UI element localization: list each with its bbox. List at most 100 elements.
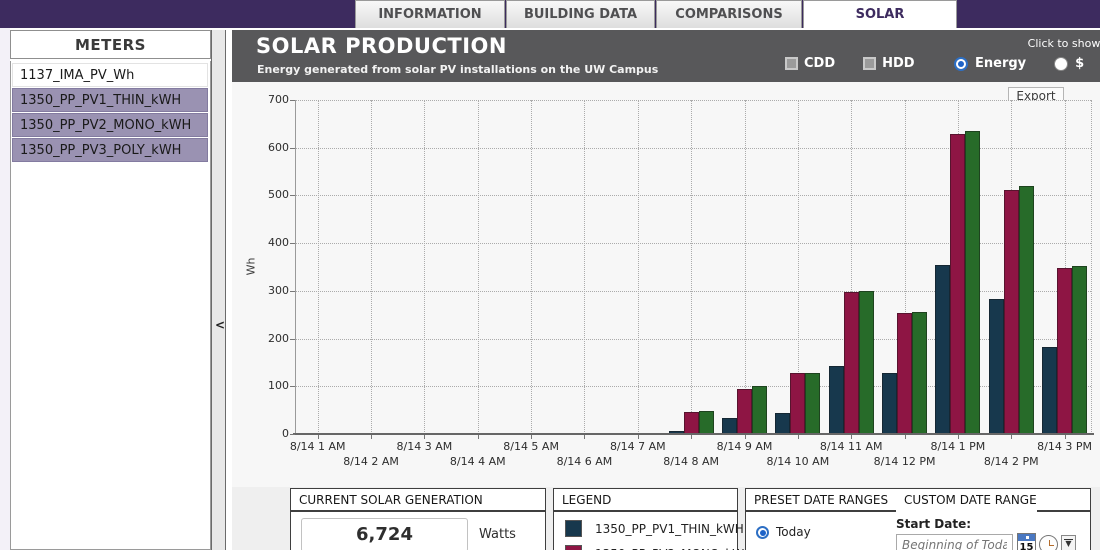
today-option: Today xyxy=(756,525,811,539)
x-tick-label: 8/14 1 AM xyxy=(276,440,360,453)
legend-swatch-icon xyxy=(565,545,582,550)
y-axis-line xyxy=(295,100,296,434)
solar-production-chart: Export Wh 01002003004005006007008/14 1 A… xyxy=(232,82,1100,487)
bar-1350_PP_PV1_THIN_kWH xyxy=(829,366,844,434)
left-margin xyxy=(0,28,10,550)
bar-1350_PP_PV2_MONO_kWH xyxy=(844,292,859,434)
bar-1350_PP_PV1_THIN_kWH xyxy=(722,418,737,434)
meters-title: METERS xyxy=(10,30,211,59)
degree-day-controls: CDD HDD xyxy=(785,56,943,71)
y-tick-label: 300 xyxy=(245,284,289,297)
y-tick xyxy=(290,100,295,101)
custom-date-range-title: CUSTOM DATE RANGE xyxy=(896,489,1037,512)
cdd-checkbox[interactable] xyxy=(785,57,798,70)
meter-item[interactable]: 1350_PP_PV1_THIN_kWH xyxy=(12,88,208,112)
x-axis-line xyxy=(293,433,1094,435)
y-tick xyxy=(290,434,295,435)
x-tick-label: 8/14 11 AM xyxy=(809,440,893,453)
meter-item[interactable]: 1137_IMA_PV_Wh xyxy=(12,63,208,87)
bar-1350_PP_PV1_THIN_kWH xyxy=(1042,347,1057,434)
x-tick xyxy=(958,435,959,439)
current-generation-title: CURRENT SOLAR GENERATION xyxy=(291,489,545,512)
y-tick-label: 600 xyxy=(245,141,289,154)
gridline xyxy=(295,100,1091,101)
bar-1350_PP_PV2_MONO_kWH xyxy=(950,134,965,434)
meter-item[interactable]: 1350_PP_PV2_MONO_kWH xyxy=(12,113,208,137)
y-tick-label: 400 xyxy=(245,236,289,249)
legend-item: 1350_PP_PV2_MONO_kWH xyxy=(565,545,737,550)
plot-area xyxy=(295,100,1092,434)
x-tick-label: 8/14 9 AM xyxy=(703,440,787,453)
energy-radio[interactable] xyxy=(954,57,968,71)
bar-1350_PP_PV2_MONO_kWH xyxy=(737,389,752,434)
bar-1350_PP_PV1_THIN_kWH xyxy=(989,299,1004,434)
x-tick xyxy=(798,435,799,439)
date-range-panel: PRESET DATE RANGES CUSTOM DATE RANGE Tod… xyxy=(745,488,1091,550)
x-tick-label: 8/14 12 PM xyxy=(863,455,947,468)
bar-1350_PP_PV3_POLY_kWH xyxy=(859,291,874,434)
y-tick xyxy=(290,243,295,244)
gridline xyxy=(371,100,372,434)
bar-1350_PP_PV2_MONO_kWH xyxy=(790,373,805,434)
today-label[interactable]: Today xyxy=(776,525,811,539)
x-tick-label: 8/14 1 PM xyxy=(916,440,1000,453)
bar-1350_PP_PV1_THIN_kWH xyxy=(882,373,897,434)
gridline xyxy=(584,100,585,434)
legend-label: 1350_PP_PV1_THIN_kWH xyxy=(595,522,744,536)
y-tick xyxy=(290,291,295,292)
energy-label[interactable]: Energy xyxy=(975,56,1026,71)
dropdown-icon[interactable]: ▼ xyxy=(1061,535,1076,550)
bar-1350_PP_PV3_POLY_kWH xyxy=(752,386,767,434)
gridline xyxy=(691,100,692,434)
bottom-info-strip: CURRENT SOLAR GENERATION 6,724 Watts LEG… xyxy=(232,487,1100,550)
bar-1350_PP_PV3_POLY_kWH xyxy=(912,312,927,434)
gridline xyxy=(318,100,319,434)
unit-controls: Energy $ xyxy=(954,56,1100,71)
clock-icon[interactable] xyxy=(1039,535,1058,550)
meter-list: 1137_IMA_PV_Wh1350_PP_PV1_THIN_kWH1350_P… xyxy=(10,61,211,550)
current-generation-unit: Watts xyxy=(479,527,516,542)
x-tick xyxy=(478,435,479,439)
x-tick xyxy=(371,435,372,439)
meters-panel: METERS 1137_IMA_PV_Wh1350_PP_PV1_THIN_kW… xyxy=(10,30,211,550)
tab-information[interactable]: INFORMATION xyxy=(355,0,505,28)
tab-comparisons[interactable]: COMPARISONS xyxy=(656,0,802,28)
legend-item: 1350_PP_PV1_THIN_kWH xyxy=(565,520,737,537)
click-to-show-caption: Click to show xyxy=(974,37,1100,50)
calendar-icon[interactable]: 15 xyxy=(1017,533,1036,550)
legend-title: LEGEND xyxy=(554,489,737,512)
collapse-arrow-icon: < xyxy=(215,318,225,332)
start-date-input[interactable] xyxy=(896,534,1013,550)
y-tick xyxy=(290,386,295,387)
sidebar-collapse-handle[interactable]: < xyxy=(211,30,226,550)
hdd-label[interactable]: HDD xyxy=(882,56,914,71)
y-tick-label: 700 xyxy=(245,93,289,106)
x-tick-label: 8/14 5 AM xyxy=(489,440,573,453)
x-tick-label: 8/14 3 AM xyxy=(382,440,466,453)
tab-solar[interactable]: SOLAR xyxy=(803,0,957,28)
gridline xyxy=(745,100,746,434)
dollar-label[interactable]: $ xyxy=(1075,56,1084,71)
gridline xyxy=(424,100,425,434)
y-tick-label: 100 xyxy=(245,379,289,392)
legend-swatch-icon xyxy=(565,520,582,537)
dollar-radio[interactable] xyxy=(1054,57,1068,71)
tab-building-data[interactable]: BUILDING DATA xyxy=(506,0,655,28)
bar-1350_PP_PV3_POLY_kWH xyxy=(1019,186,1034,434)
today-radio[interactable] xyxy=(756,526,769,539)
x-tick xyxy=(745,435,746,439)
start-date-label: Start Date: xyxy=(896,517,971,531)
cdd-label[interactable]: CDD xyxy=(804,56,835,71)
x-tick-label: 8/14 4 AM xyxy=(436,455,520,468)
x-tick xyxy=(531,435,532,439)
bar-1350_PP_PV2_MONO_kWH xyxy=(1057,268,1072,434)
app-root: INFORMATIONBUILDING DATACOMPARISONSSOLAR… xyxy=(0,0,1100,550)
tab-strip: INFORMATIONBUILDING DATACOMPARISONSSOLAR xyxy=(355,0,958,28)
legend-items: 1350_PP_PV1_THIN_kWH 1350_PP_PV2_MONO_kWH… xyxy=(554,520,737,550)
hdd-checkbox[interactable] xyxy=(863,57,876,70)
meter-item[interactable]: 1350_PP_PV3_POLY_kWH xyxy=(12,138,208,162)
bar-1350_PP_PV2_MONO_kWH xyxy=(1004,190,1019,434)
x-tick xyxy=(851,435,852,439)
y-tick xyxy=(290,148,295,149)
gridline xyxy=(638,100,639,434)
